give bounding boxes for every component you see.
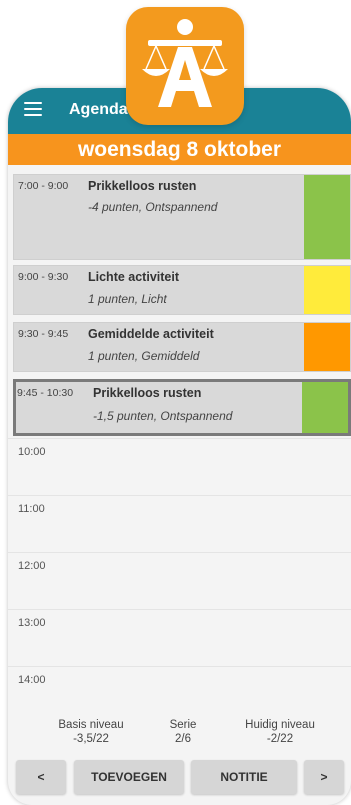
event-name: Lichte activiteit [88,270,179,284]
event-name: Prikkelloos rusten [88,179,197,193]
status-summary: Basis niveau -3,5/22 Serie 2/6 Huidig ni… [8,713,351,751]
basis-niveau-value: -3,5/22 [73,733,109,745]
bottom-buttons: < TOEVOEGEN NOTITIE > [8,760,351,794]
event-detail: 1 punten, Gemiddeld [88,349,200,363]
hour-slot[interactable]: 11:00 [8,495,351,552]
basis-niveau-label: Basis niveau [58,719,124,731]
event-time: 9:30 - 9:45 [18,328,69,340]
hour-slot[interactable]: 10:00 [8,438,351,495]
event-detail: -1,5 punten, Ontspannend [93,409,233,423]
event-time: 7:00 - 9:00 [18,180,69,192]
event-item[interactable]: 9:00 - 9:30 Lichte activiteit 1 punten, … [13,265,351,315]
hour-slot[interactable]: 12:00 [8,552,351,609]
hour-label: 10:00 [18,446,46,458]
event-time: 9:00 - 9:30 [18,271,69,283]
intensity-color-strip [304,266,350,314]
event-name: Gemiddelde activiteit [88,327,214,341]
intensity-color-strip [304,175,350,259]
scales-letter-a-logo [142,19,228,107]
serie-label: Serie [169,719,197,731]
next-day-button[interactable]: > [304,760,344,794]
previous-day-button[interactable]: < [16,760,66,794]
basis-niveau: Basis niveau -3,5/22 [46,718,136,746]
hamburger-menu-icon[interactable] [24,102,42,118]
hour-label: 14:00 [18,674,46,686]
event-item[interactable]: 7:00 - 9:00 Prikkelloos rusten -4 punten… [13,174,351,260]
serie: Serie 2/6 [153,718,213,746]
app-title: Agenda [69,101,128,118]
intensity-color-strip [302,382,348,433]
hour-label: 11:00 [18,503,45,515]
event-item[interactable]: 9:30 - 9:45 Gemiddelde activiteit 1 punt… [13,322,351,372]
schedule: 7:00 - 9:00 Prikkelloos rusten -4 punten… [8,165,351,713]
event-item-selected[interactable]: 9:45 - 10:30 Prikkelloos rusten -1,5 pun… [13,379,351,436]
huidig-niveau-value: -2/22 [266,733,294,745]
serie-value: 2/6 [175,733,191,745]
note-button[interactable]: NOTITIE [191,760,297,794]
intensity-color-strip [304,323,350,371]
huidig-niveau-label: Huidig niveau [245,719,315,731]
huidig-niveau: Huidig niveau -2/22 [230,718,330,746]
date-header: woensdag 8 oktober [8,134,351,165]
hour-label: 12:00 [18,560,46,572]
event-detail: -4 punten, Ontspannend [88,200,218,214]
phone-frame: Agenda woensdag 8 oktober 7:00 - 9:00 Pr… [8,88,351,805]
event-detail: 1 punten, Licht [88,292,167,306]
hour-slot[interactable]: 13:00 [8,609,351,666]
app-logo [126,7,244,125]
hour-label: 13:00 [18,617,46,629]
event-time: 9:45 - 10:30 [17,387,74,399]
add-button[interactable]: TOEVOEGEN [74,760,184,794]
event-name: Prikkelloos rusten [93,386,202,400]
